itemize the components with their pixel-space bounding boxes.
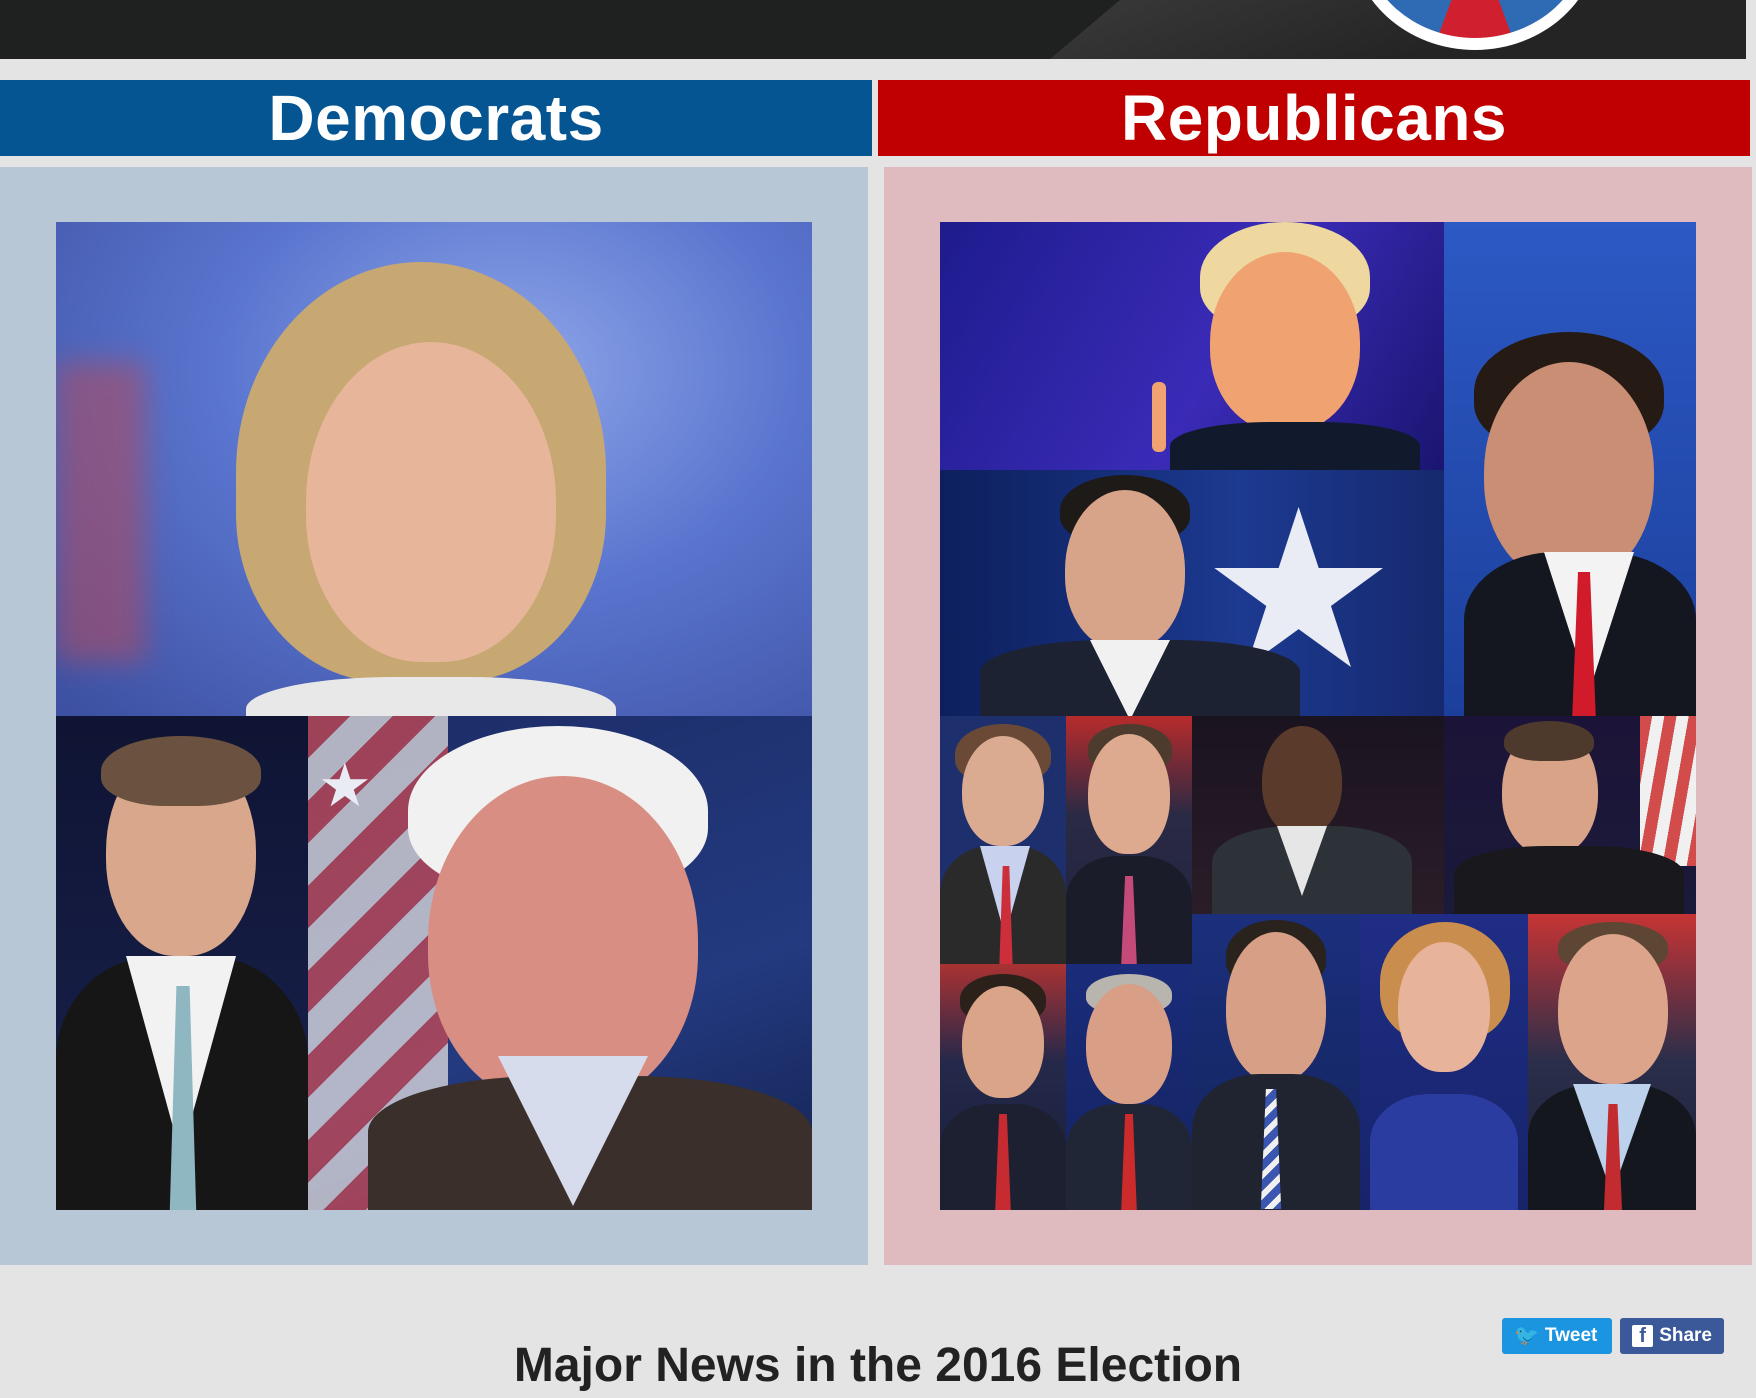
democrats-heading: Democrats (0, 80, 872, 156)
candidate-photo-9[interactable] (1360, 914, 1528, 1210)
candidate-photo-8[interactable] (1192, 914, 1360, 1210)
candidate-photo-5[interactable] (1066, 716, 1192, 964)
democrats-photo-collage: ★ (56, 222, 812, 1210)
candidate-photo-2[interactable] (56, 716, 308, 1210)
republicans-heading: Republicans (878, 80, 1750, 156)
candidate-photo-7[interactable] (1444, 716, 1696, 914)
candidate-photo-10[interactable] (1528, 914, 1696, 1210)
republicans-photo-collage: ★ (940, 222, 1696, 1210)
democrats-panel: ★ (0, 167, 868, 1265)
candidate-photo-6[interactable] (1192, 716, 1444, 914)
candidate-photo-1[interactable] (940, 222, 1444, 470)
major-news-heading: Major News in the 2016 Election (513, 1339, 1243, 1392)
site-header (0, 0, 1746, 59)
flag-star-icon: ★ (318, 752, 372, 819)
candidate-photo-3[interactable]: ★ (308, 716, 812, 1210)
candidate-photo-12[interactable] (1066, 964, 1192, 1210)
candidate-photo-3[interactable]: ★ (940, 470, 1444, 716)
republicans-panel: ★ (884, 167, 1752, 1265)
candidate-photo-11[interactable] (940, 964, 1066, 1210)
candidate-photo-4[interactable] (940, 716, 1066, 964)
candidate-photo-2[interactable] (1444, 222, 1696, 716)
candidate-photo-1[interactable] (56, 222, 812, 716)
